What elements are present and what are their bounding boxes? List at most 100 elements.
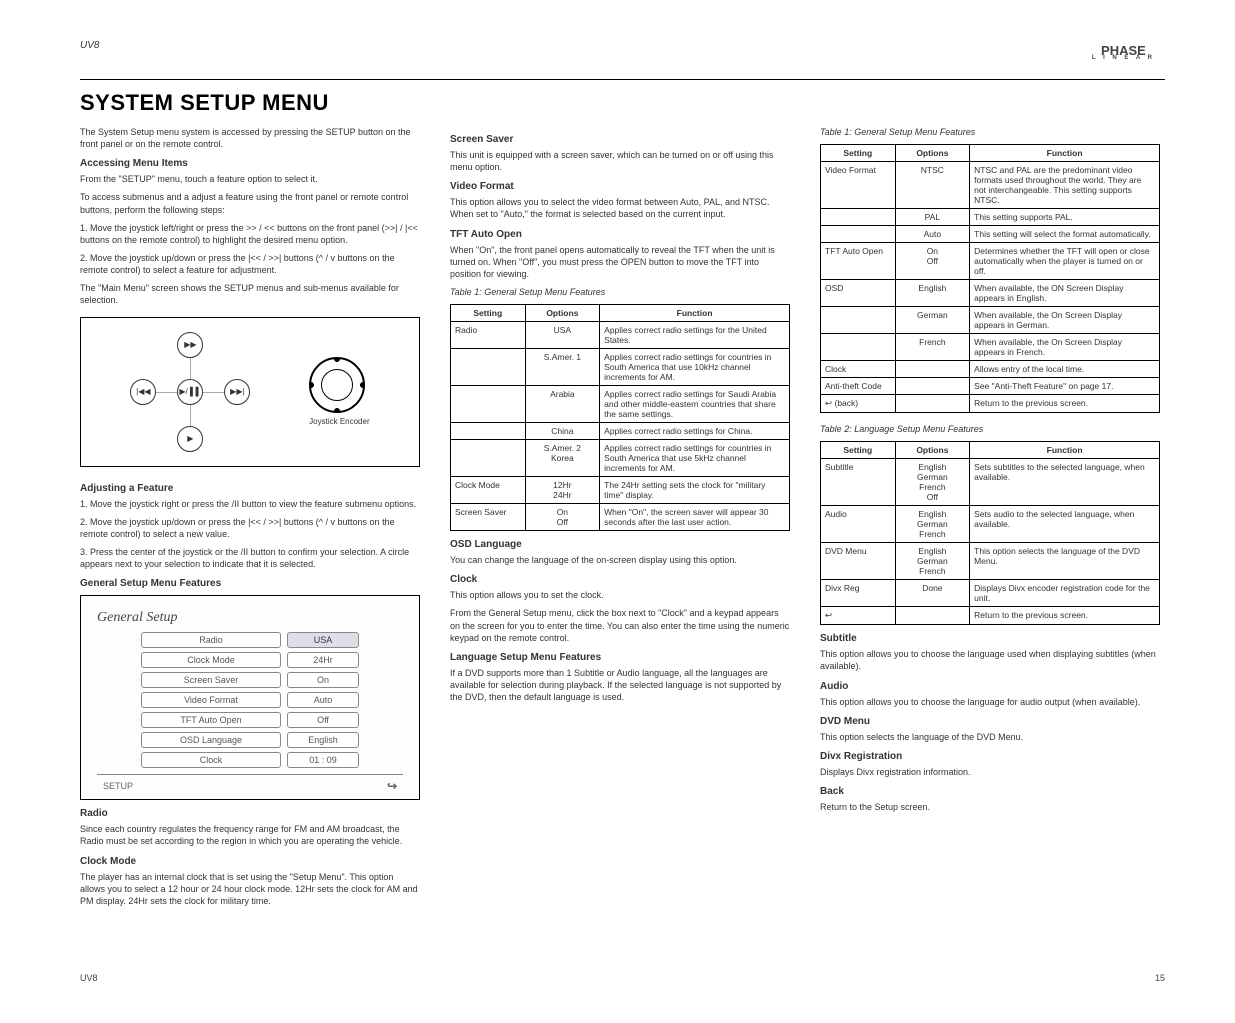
- osd-panel: General Setup RadioUSAClock Mode24HrScre…: [80, 595, 420, 800]
- table2-h2: Options: [895, 145, 970, 162]
- osd-row-value: Off: [287, 712, 359, 728]
- cell-function: See "Anti-Theft Feature" on page 17.: [970, 378, 1160, 395]
- cell-setting: Audio: [821, 506, 896, 543]
- back-desc: Return to the Setup screen.: [820, 801, 1160, 813]
- table-row: GermanWhen available, the On Screen Disp…: [821, 307, 1160, 334]
- top-rule: [80, 79, 1165, 80]
- table-general-setup: Setting Options Function RadioUSAApplies…: [450, 304, 790, 531]
- cell-function: NTSC and PAL are the predominant video f…: [970, 162, 1160, 209]
- osd-row: Screen SaverOn: [97, 672, 403, 688]
- osd-row: Clock01 : 09: [97, 752, 403, 768]
- osd-row-value: USA: [287, 632, 359, 648]
- cell-setting: Radio: [451, 322, 526, 349]
- cell-setting: [821, 226, 896, 243]
- cell-function: Applies correct radio settings for China…: [600, 423, 790, 440]
- column-1: The System Setup menu system is accessed…: [80, 126, 420, 913]
- cell-setting: ↩ (back): [821, 395, 896, 413]
- table-row: Video FormatNTSCNTSC and PAL are the pre…: [821, 162, 1160, 209]
- table-row: OSDEnglishWhen available, the ON Screen …: [821, 280, 1160, 307]
- heading-osd-lang: OSD Language: [450, 539, 790, 550]
- dpad-up-icon: ▶▶: [177, 332, 203, 358]
- table1-h1: Setting: [451, 305, 526, 322]
- cell-function: Displays Divx encoder registration code …: [970, 580, 1160, 607]
- access-step-2: 2. Move the joystick up/down or press th…: [80, 252, 420, 276]
- cell-setting: Clock: [821, 361, 896, 378]
- joystick-label: Joystick Encoder: [309, 417, 369, 426]
- back-arrow-icon: ↩: [387, 779, 397, 793]
- adjust-step-3: 3. Press the center of the joystick or t…: [80, 546, 420, 570]
- dpad: ▶▶ ▶ |◀◀ ▶▶| ▶/ ▌▌: [130, 332, 250, 452]
- cell-setting: [821, 307, 896, 334]
- cell-setting: Anti-theft Code: [821, 378, 896, 395]
- radio-desc: Since each country regulates the frequen…: [80, 823, 420, 847]
- screen-saver-desc: This unit is equipped with a screen save…: [450, 149, 790, 173]
- table3-caption: Table 2: Language Setup Menu Features: [820, 423, 1160, 435]
- adjust-step-1: 1. Move the joystick right or press the …: [80, 498, 420, 510]
- table-general-setup-cont: Setting Options Function Video FormatNTS…: [820, 144, 1160, 413]
- osd-row: Radio USA: [97, 632, 403, 648]
- cell-option: EnglishGermanFrenchOff: [895, 459, 970, 506]
- lang-setup-desc: If a DVD supports more than 1 Subtitle o…: [450, 667, 790, 703]
- table-row: ↩ (back)Return to the previous screen.: [821, 395, 1160, 413]
- heading-divx: Divx Registration: [820, 751, 1160, 762]
- dpad-down-icon: ▶: [177, 426, 203, 452]
- joystick-icon: [309, 357, 365, 413]
- cell-option: China: [525, 423, 600, 440]
- cell-setting: [821, 209, 896, 226]
- clock-desc-a: This option allows you to set the clock.: [450, 589, 790, 601]
- main-menu-note: The "Main Menu" screen shows the SETUP m…: [80, 282, 420, 306]
- osd-row-label: Screen Saver: [141, 672, 281, 688]
- table-row: ChinaApplies correct radio settings for …: [451, 423, 790, 440]
- osd-row-value: 24Hr: [287, 652, 359, 668]
- heading-subtitle: Subtitle: [820, 633, 1160, 644]
- cell-option: Arabia: [525, 386, 600, 423]
- table-row: TFT Auto OpenOnOffDetermines whether the…: [821, 243, 1160, 280]
- heading-clock: Clock: [450, 574, 790, 585]
- heading-screen-saver: Screen Saver: [450, 134, 790, 145]
- cell-setting: [451, 349, 526, 386]
- table-row: Anti-theft Code See "Anti-Theft Feature" …: [821, 378, 1160, 395]
- cell-setting: Clock Mode: [451, 477, 526, 504]
- cell-setting: Screen Saver: [451, 504, 526, 531]
- table-row: Clock Mode12Hr24HrThe 24Hr setting sets …: [451, 477, 790, 504]
- osd-row-value: English: [287, 732, 359, 748]
- table-row: SubtitleEnglishGermanFrenchOffSets subti…: [821, 459, 1160, 506]
- heading-general-setup: General Setup Menu Features: [80, 578, 420, 589]
- cell-option: [895, 607, 970, 625]
- cell-setting: [451, 423, 526, 440]
- heading-access: Accessing Menu Items: [80, 158, 420, 169]
- table1-h2: Options: [525, 305, 600, 322]
- osd-row-label: Radio: [141, 632, 281, 648]
- clock-desc-b: From the General Setup menu, click the b…: [450, 607, 790, 643]
- divx-desc: Displays Divx registration information.: [820, 766, 1160, 778]
- column-3: Table 1: General Setup Menu Features Set…: [820, 126, 1160, 819]
- brand-logo: PHASE L I N E A R: [1092, 46, 1155, 61]
- cell-function: Applies correct radio settings for the U…: [600, 322, 790, 349]
- osd-row: OSD LanguageEnglish: [97, 732, 403, 748]
- heading-clock-mode: Clock Mode: [80, 856, 420, 867]
- clock-mode-desc: The player has an internal clock that is…: [80, 871, 420, 907]
- cell-function: Allows entry of the local time.: [970, 361, 1160, 378]
- cell-option: French: [895, 334, 970, 361]
- page-title: SYSTEM SETUP MENU: [80, 90, 1165, 116]
- cell-option: USA: [525, 322, 600, 349]
- cell-function: When available, the ON Screen Display ap…: [970, 280, 1160, 307]
- cell-function: When available, the On Screen Display ap…: [970, 334, 1160, 361]
- osd-row-label: Video Format: [141, 692, 281, 708]
- cell-option: [895, 395, 970, 413]
- cell-function: Applies correct radio settings for count…: [600, 349, 790, 386]
- product-code-top: UV8: [80, 40, 1165, 51]
- dvd-menu-desc: This option selects the language of the …: [820, 731, 1160, 743]
- cell-setting: OSD: [821, 280, 896, 307]
- table-row: DVD MenuEnglishGermanFrenchThis option s…: [821, 543, 1160, 580]
- table-language-setup: Setting Options Function SubtitleEnglish…: [820, 441, 1160, 625]
- table3-h3: Function: [970, 442, 1160, 459]
- control-diagram: ▶▶ ▶ |◀◀ ▶▶| ▶/ ▌▌ Joystick Encoder: [80, 317, 420, 467]
- table-row: AutoThis setting will select the format …: [821, 226, 1160, 243]
- cell-setting: ↩: [821, 607, 896, 625]
- cell-option: PAL: [895, 209, 970, 226]
- cell-setting: Video Format: [821, 162, 896, 209]
- column-2: Screen Saver This unit is equipped with …: [450, 126, 790, 709]
- heading-lang-setup: Language Setup Menu Features: [450, 652, 790, 663]
- table2-h1: Setting: [821, 145, 896, 162]
